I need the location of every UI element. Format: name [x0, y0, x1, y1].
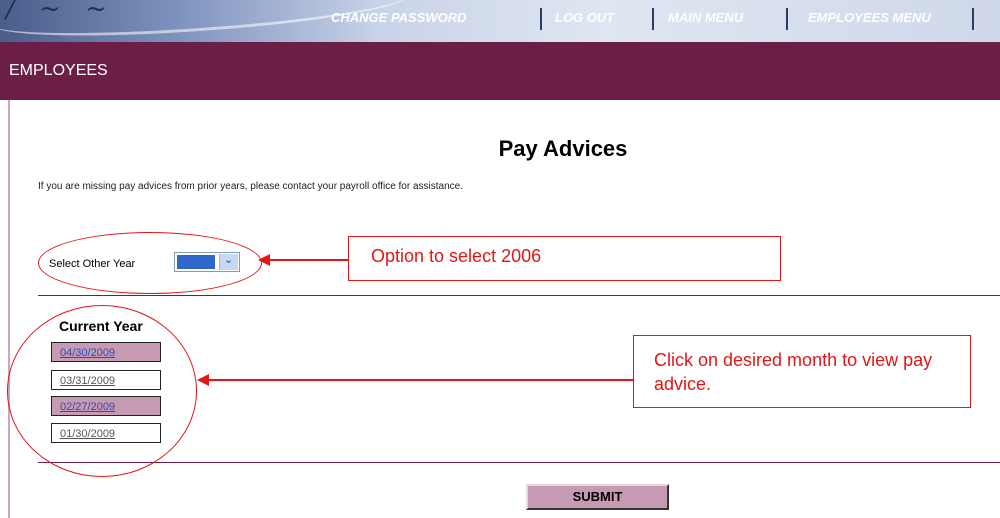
info-text: If you are missing pay advices from prio…	[38, 181, 464, 192]
nav-separator	[652, 8, 654, 30]
page-title: Pay Advices	[498, 136, 628, 161]
select-highlight-ellipse	[38, 232, 262, 294]
nav-separator	[786, 8, 788, 30]
section-title: Employees	[9, 62, 108, 79]
arrow-line	[268, 259, 348, 261]
dates-highlight-ellipse	[7, 305, 197, 477]
divider	[38, 295, 1000, 296]
banner-logo: / ~ ~	[6, 0, 115, 24]
submit-button[interactable]: SUBMIT	[526, 484, 669, 510]
section-header: Employees	[0, 42, 1000, 100]
top-banner: / ~ ~ Change Password Log Out Main Menu …	[0, 0, 1000, 42]
nav-separator	[972, 8, 974, 30]
arrow-line	[207, 379, 633, 381]
select-callout: Option to select 2006	[348, 236, 781, 281]
nav-log-out[interactable]: Log Out	[555, 10, 614, 25]
divider	[38, 462, 1000, 463]
nav-employees-menu[interactable]: Employees Menu	[808, 10, 931, 25]
nav-separator	[540, 8, 542, 30]
dates-callout: Click on desired month to view pay advic…	[633, 335, 971, 408]
nav-main-menu[interactable]: Main Menu	[668, 10, 743, 25]
nav-change-password[interactable]: Change Password	[331, 10, 467, 25]
